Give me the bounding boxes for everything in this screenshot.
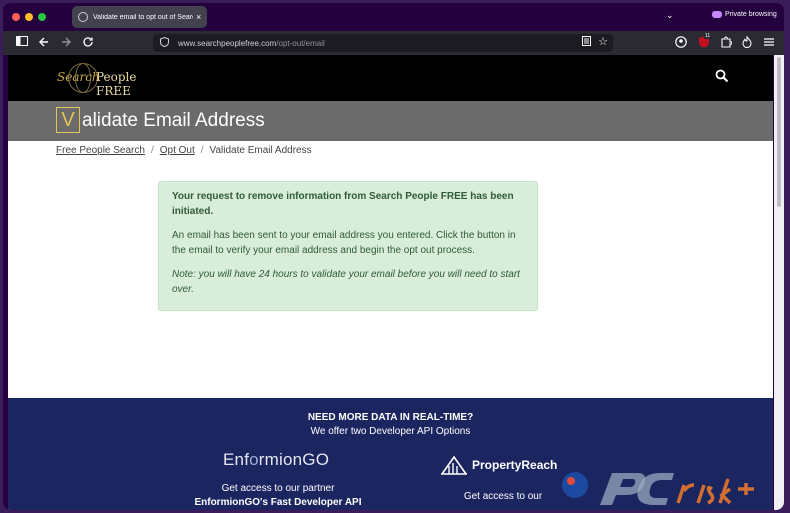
- breadcrumb-opt-out-link[interactable]: Opt Out: [160, 145, 195, 156]
- logo-people-word: People FREE: [96, 70, 137, 98]
- tab-title: Validate email to opt out of Search Peop…: [93, 13, 193, 21]
- forward-icon[interactable]: [59, 36, 73, 52]
- site-search-icon[interactable]: [715, 69, 729, 83]
- page-content: Search People FREE V alidate Email Addre…: [8, 55, 773, 510]
- enformion-logo-o: o: [249, 450, 259, 469]
- site-logo[interactable]: Search People FREE: [56, 63, 166, 98]
- enformion-logo-part: rmion: [258, 450, 303, 469]
- url-host: www.searchpeoplefree.com: [178, 38, 277, 48]
- scrollbar-thumb[interactable]: [777, 57, 781, 207]
- tab-close-icon[interactable]: ×: [196, 12, 201, 22]
- url-path: /opt-out/email: [276, 38, 325, 48]
- account-icon[interactable]: [674, 36, 688, 52]
- enformion-logo-part: Enf: [223, 450, 250, 469]
- breadcrumb: Free People Search / Opt Out / Validate …: [56, 145, 312, 156]
- success-alert: Your request to remove information from …: [158, 181, 538, 311]
- private-mask-icon: [712, 11, 722, 18]
- propertyreach-name: PropertyReach: [472, 458, 558, 472]
- browser-window: Validate email to opt out of Search Peop…: [0, 0, 790, 513]
- breadcrumb-current: Validate Email Address: [209, 145, 312, 156]
- browser-frame: Validate email to opt out of Search Peop…: [3, 3, 784, 510]
- reader-view-icon[interactable]: [582, 36, 591, 49]
- pcrisk-watermark-logo: [562, 472, 754, 505]
- maximize-window-button[interactable]: [38, 13, 46, 21]
- extension-badge: 11: [704, 33, 712, 39]
- tab-strip: Validate email to opt out of Search Peop…: [3, 3, 784, 31]
- enformion-promo-text: Get access to our partner: [221, 483, 335, 494]
- bookmark-star-icon[interactable]: ☆: [598, 35, 608, 48]
- footer-subheading: We offer two Developer API Options: [310, 426, 471, 437]
- address-bar[interactable]: www.searchpeoplefree.com /opt-out/email …: [153, 34, 613, 52]
- enformiongo-logo[interactable]: EnformionGO: [223, 450, 329, 470]
- alert-heading: Your request to remove information from …: [172, 191, 514, 217]
- sidebar-icon[interactable]: [15, 36, 29, 50]
- site-header: Search People FREE: [8, 55, 773, 101]
- enformion-logo-go: GO: [302, 450, 330, 469]
- enformion-promo-link[interactable]: EnformionGO's Fast Developer API: [194, 497, 361, 508]
- breadcrumb-separator: /: [150, 145, 154, 156]
- page-hero: V alidate Email Address: [8, 101, 773, 141]
- footer-heading: NEED MORE DATA IN REAL-TIME?: [307, 412, 474, 423]
- tab-active[interactable]: Validate email to opt out of Search Peop…: [72, 6, 207, 28]
- private-browsing-indicator: Private browsing: [712, 11, 777, 18]
- globe-icon: [78, 12, 88, 22]
- logo-search-word: Search: [57, 70, 100, 84]
- page-title: alidate Email Address: [82, 110, 265, 131]
- propertyreach-logo[interactable]: PropertyReach: [440, 454, 557, 476]
- back-icon[interactable]: [37, 36, 51, 52]
- breadcrumb-separator: /: [200, 145, 204, 156]
- menu-hamburger-icon[interactable]: [762, 36, 776, 52]
- private-browsing-label: Private browsing: [725, 11, 777, 18]
- tab-list-chevron-icon[interactable]: ⌄: [666, 10, 674, 21]
- house-icon: [440, 454, 468, 476]
- nav-toolbar: www.searchpeoplefree.com /opt-out/email …: [3, 31, 784, 55]
- page-scrollbar[interactable]: [774, 55, 784, 510]
- alert-note: Note: you will have 24 hours to validate…: [172, 269, 520, 295]
- enformion-promo: Get access to our partner EnformionGO's …: [188, 482, 368, 510]
- tracking-shield-icon[interactable]: [160, 36, 169, 50]
- extension-flame-icon[interactable]: [740, 35, 754, 52]
- alert-body: An email has been sent to your email add…: [172, 230, 516, 256]
- minimize-window-button[interactable]: [25, 13, 33, 21]
- reload-icon[interactable]: [81, 36, 95, 52]
- breadcrumb-home-link[interactable]: Free People Search: [56, 145, 145, 156]
- close-window-button[interactable]: [12, 13, 20, 21]
- extensions-puzzle-icon[interactable]: [719, 36, 733, 52]
- hero-initial-letter: V: [56, 107, 80, 133]
